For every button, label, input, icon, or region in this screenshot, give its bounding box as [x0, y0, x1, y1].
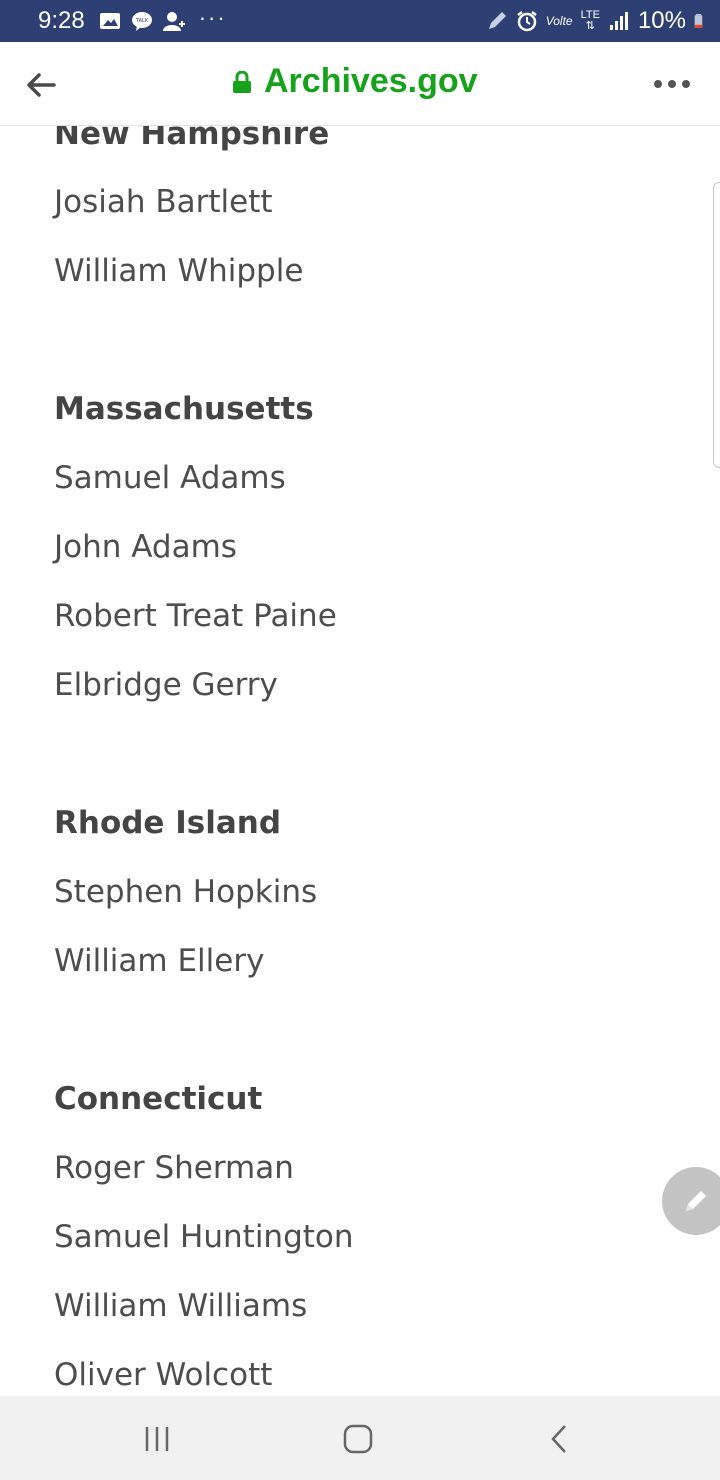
page-content: New Hampshire Josiah Bartlett William Wh…: [0, 126, 720, 1396]
lock-icon: [233, 70, 251, 93]
status-time: 9:28: [38, 7, 85, 34]
data-arrows-icon: ⇅: [585, 20, 595, 32]
address-bar[interactable]: Archives.gov: [232, 62, 478, 101]
status-bar: 9:28 TALK ··· Volte LTE ⇅ 10%: [0, 0, 720, 42]
notification-icons: TALK ···: [99, 5, 227, 32]
back-icon[interactable]: [543, 1422, 577, 1456]
signer-name: Samuel Adams: [54, 460, 286, 496]
signer-name: Roger Sherman: [54, 1150, 294, 1186]
pen-icon: [488, 12, 506, 29]
home-icon[interactable]: [341, 1422, 375, 1456]
gallery-icon: [99, 13, 120, 29]
signer-name: Samuel Huntington: [54, 1219, 354, 1255]
recent-apps-icon[interactable]: [140, 1422, 174, 1456]
state-heading: Connecticut: [54, 1081, 263, 1117]
lte-indicator: LTE ⇅: [580, 9, 600, 32]
state-heading: New Hampshire: [54, 126, 330, 152]
battery-icon: [694, 14, 703, 28]
signer-name: Stephen Hopkins: [54, 874, 318, 910]
pencil-icon: [686, 1191, 706, 1211]
volte-indicator: Volte: [545, 14, 573, 28]
browser-toolbar: Archives.gov: [0, 42, 720, 126]
signer-name: Robert Treat Paine: [54, 598, 337, 634]
signer-name: William Whipple: [54, 253, 304, 289]
alarm-icon: [516, 11, 537, 32]
signer-name: William Ellery: [54, 943, 265, 979]
state-heading: Rhode Island: [54, 805, 282, 841]
signer-name: William Williams: [54, 1288, 308, 1324]
signer-name: John Adams: [54, 529, 237, 565]
signal-icon: [609, 12, 628, 30]
signer-name: Elbridge Gerry: [54, 667, 278, 703]
url-text[interactable]: Archives.gov: [264, 62, 478, 101]
status-right-icons: Volte LTE ⇅ 10%: [486, 7, 708, 35]
more-options-icon[interactable]: [654, 72, 694, 96]
back-arrow-icon[interactable]: [24, 68, 58, 102]
more-notifications: ···: [198, 5, 227, 30]
svg-text:TALK: TALK: [135, 18, 149, 24]
system-nav-bar: [0, 1396, 720, 1480]
edge-panel-handle[interactable]: [713, 182, 720, 468]
add-contact-icon: [162, 12, 185, 31]
signer-name: Oliver Wolcott: [54, 1357, 273, 1393]
state-heading: Massachusetts: [54, 391, 314, 427]
talk-icon: TALK: [131, 12, 152, 31]
battery-percent: 10%: [637, 7, 686, 34]
signer-name: Josiah Bartlett: [54, 184, 273, 220]
